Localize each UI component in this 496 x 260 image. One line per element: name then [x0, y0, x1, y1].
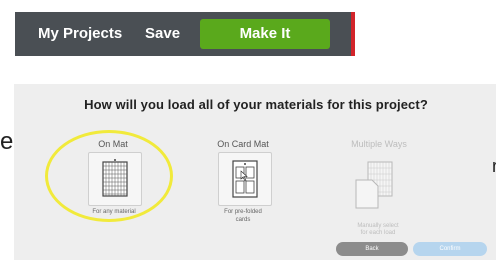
option-card-card-mat[interactable]	[218, 152, 272, 206]
option-card-on-mat[interactable]	[88, 152, 142, 206]
card-mat-icon	[232, 160, 258, 198]
toolbar-edge-accent	[351, 12, 355, 56]
option-card-multiple-ways[interactable]	[348, 160, 404, 216]
option-sub2-card-mat: cards	[235, 217, 251, 223]
option-sub-on-mat: For any material	[92, 209, 136, 215]
option-sub2-multiple-ways: for each load	[360, 230, 396, 236]
confirm-button[interactable]: Confirm	[413, 242, 487, 256]
option-sub1-card-mat: For pre-folded	[224, 209, 262, 215]
option-label-multiple-ways: Multiple Ways	[351, 139, 407, 149]
edge-text-fragment: r	[492, 156, 496, 176]
multiple-mats-icon	[355, 161, 393, 209]
top-toolbar: My Projects Save Make It	[15, 12, 355, 56]
back-button[interactable]: Back	[336, 242, 408, 256]
grid-mat-icon	[102, 159, 128, 197]
option-label-card-mat: On Card Mat	[217, 139, 269, 149]
option-label-on-mat: On Mat	[98, 139, 128, 149]
save-button[interactable]: Save	[145, 12, 180, 56]
dialog-title: How will you load all of your materials …	[84, 97, 428, 112]
make-it-button[interactable]: Make It	[200, 19, 330, 49]
my-projects-link[interactable]: My Projects	[38, 12, 122, 56]
left-text-fragment: e	[0, 128, 14, 155]
